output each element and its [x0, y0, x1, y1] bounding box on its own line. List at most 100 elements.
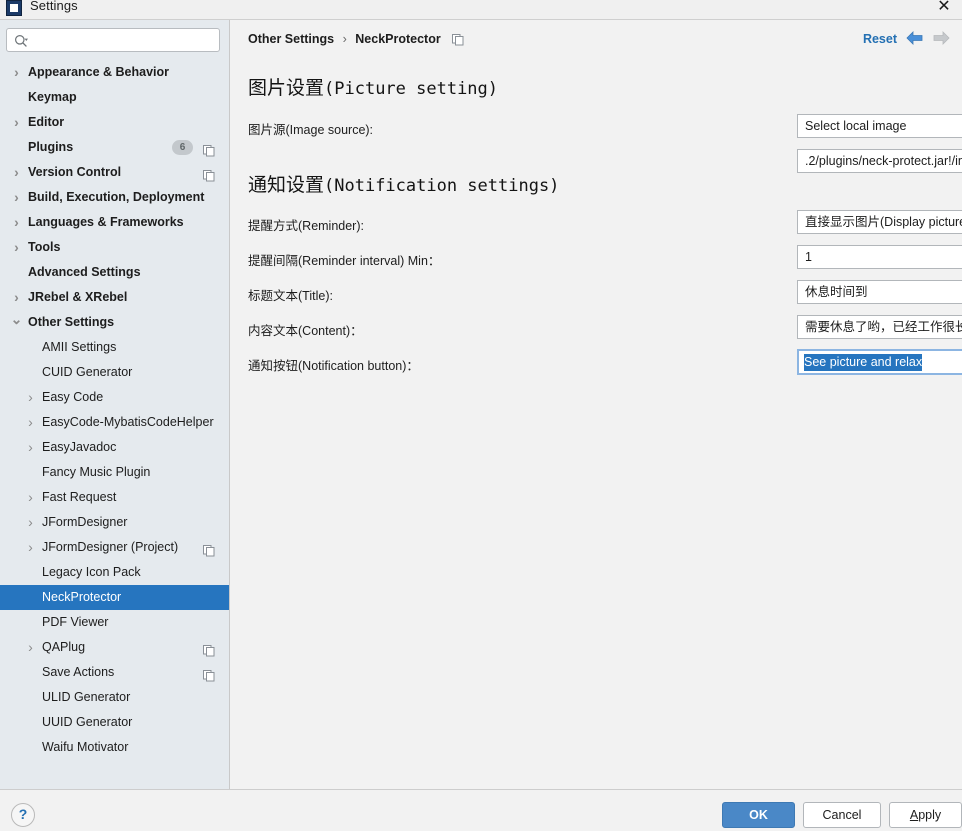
reminder-interval-label: 提醒间隔(Reminder interval) Min：	[248, 254, 441, 268]
chevron-right-icon[interactable]: ›	[24, 435, 37, 460]
sidebar-item-cuid-generator[interactable]: CUID Generator	[0, 360, 229, 385]
sidebar-item-label: CUID Generator	[42, 365, 133, 379]
chevron-right-icon[interactable]: ›	[10, 110, 23, 135]
sidebar-item-jrebel-xrebel[interactable]: › JRebel & XRebel	[0, 285, 229, 310]
sidebar-item-label: Plugins	[28, 140, 74, 154]
sidebar-item-amii-settings[interactable]: AMII Settings	[0, 335, 229, 360]
title-text-value: 休息时间到	[805, 285, 868, 299]
chevron-right-icon[interactable]: ›	[24, 385, 37, 410]
breadcrumb-root[interactable]: Other Settings	[248, 32, 334, 46]
sidebar-item-pdf-viewer[interactable]: PDF Viewer	[0, 610, 229, 635]
notification-button-value-wrap: See picture and relax	[804, 351, 962, 373]
section-title-picture-latin: (Picture setting)	[324, 79, 499, 99]
sidebar-item-legacy-icon-pack[interactable]: Legacy Icon Pack	[0, 560, 229, 585]
image-path-field[interactable]: .2/plugins/neck-protect.jar!/images/shak…	[797, 149, 962, 173]
section-title-notification: 通知设置(Notification settings)	[248, 170, 559, 197]
reminder-interval-field[interactable]: 1	[797, 245, 962, 269]
image-source-select[interactable]: Select local image	[797, 114, 962, 138]
copy-icon[interactable]	[203, 666, 215, 682]
sidebar-item-label: ULID Generator	[42, 690, 131, 704]
reminder-select[interactable]: 直接显示图片(Display pictures directly)	[797, 210, 962, 234]
sidebar-item-build-execution-deployment[interactable]: › Build, Execution, Deployment	[0, 185, 229, 210]
sidebar-item-other-settings[interactable]: ⌄ Other Settings	[0, 310, 229, 335]
window-title: Settings	[30, 0, 78, 13]
sidebar-item-save-actions[interactable]: Save Actions	[0, 660, 229, 685]
sidebar-item-appearance-behavior[interactable]: › Appearance & Behavior	[0, 60, 229, 85]
sidebar-item-editor[interactable]: › Editor	[0, 110, 229, 135]
arrow-left-icon[interactable]	[906, 30, 924, 46]
breadcrumb-separator: ›	[342, 32, 347, 46]
sidebar-item-label: Keymap	[28, 90, 77, 104]
chevron-right-icon[interactable]: ›	[24, 510, 37, 535]
sidebar-item-label: Languages & Frameworks	[28, 215, 184, 229]
sidebar-item-jformdesigner-project[interactable]: › JFormDesigner (Project)	[0, 535, 229, 560]
sidebar-item-label: JFormDesigner (Project)	[42, 540, 179, 554]
close-icon[interactable]: ✕	[935, 0, 953, 17]
sidebar-item-tools[interactable]: › Tools	[0, 235, 229, 260]
sidebar-item-label: NeckProtector	[42, 590, 122, 604]
image-source-value: Select local image	[805, 119, 907, 133]
sidebar-item-label: Advanced Settings	[28, 265, 141, 279]
copy-icon[interactable]	[203, 641, 215, 657]
sidebar-item-fancy-music-plugin[interactable]: Fancy Music Plugin	[0, 460, 229, 485]
sidebar-item-version-control[interactable]: › Version Control	[0, 160, 229, 185]
notification-button-value: See picture and relax	[804, 354, 923, 371]
sidebar-item-jformdesigner[interactable]: › JFormDesigner	[0, 510, 229, 535]
sidebar-item-label: Other Settings	[28, 315, 115, 329]
sidebar-item-waifu-motivator[interactable]: Waifu Motivator	[0, 735, 229, 760]
section-title-picture-cjk: 图片设置	[248, 77, 325, 99]
sidebar-item-keymap[interactable]: Keymap	[0, 85, 229, 110]
search-box[interactable]	[6, 28, 220, 53]
chevron-down-icon[interactable]: ⌄	[10, 310, 23, 328]
chevron-right-icon[interactable]: ›	[24, 635, 37, 660]
sidebar-item-label: QAPlug	[42, 640, 86, 654]
sidebar-item-label: Easy Code	[42, 390, 104, 404]
sidebar-item-easycode-mybatiscodehelper[interactable]: › EasyCode-MybatisCodeHelper	[0, 410, 229, 435]
sidebar-item-label: Save Actions	[42, 665, 115, 679]
title-text-field[interactable]: 休息时间到	[797, 280, 962, 304]
sidebar-item-languages-frameworks[interactable]: › Languages & Frameworks	[0, 210, 229, 235]
chevron-right-icon[interactable]: ›	[24, 535, 37, 560]
search-input[interactable]	[35, 29, 215, 53]
notification-button-field[interactable]: See picture and relax	[797, 349, 962, 375]
help-button[interactable]: ?	[11, 803, 35, 827]
chevron-right-icon[interactable]: ›	[10, 235, 23, 260]
copy-icon[interactable]	[203, 166, 215, 182]
navigation-arrows	[906, 30, 952, 48]
sidebar-item-label: Version Control	[28, 165, 122, 179]
copy-icon[interactable]	[452, 34, 464, 46]
sidebar-item-fast-request[interactable]: › Fast Request	[0, 485, 229, 510]
sidebar-item-qaplug[interactable]: › QAPlug	[0, 635, 229, 660]
chevron-right-icon[interactable]: ›	[10, 285, 23, 310]
chevron-right-icon[interactable]: ›	[24, 485, 37, 510]
cancel-button[interactable]: Cancel	[803, 802, 881, 828]
sidebar-item-badge: 6	[172, 140, 193, 155]
sidebar-item-label: EasyCode-MybatisCodeHelper	[42, 415, 214, 429]
chevron-right-icon[interactable]: ›	[10, 210, 23, 235]
copy-icon[interactable]	[203, 141, 215, 157]
chevron-right-icon[interactable]: ›	[24, 410, 37, 435]
sidebar-item-label: PDF Viewer	[42, 615, 109, 629]
chevron-right-icon[interactable]: ›	[10, 160, 23, 185]
content-text-field[interactable]: 需要休息了哟，已经工作很长一段时间了......	[797, 315, 962, 339]
reset-link[interactable]: Reset	[863, 32, 897, 46]
sidebar-item-neckprotector[interactable]: NeckProtector	[0, 585, 229, 610]
settings-main-panel: Other Settings › NeckProtector Reset 图片设…	[231, 20, 962, 789]
sidebar-item-label: JRebel & XRebel	[28, 290, 128, 304]
reminder-interval-value: 1	[805, 250, 812, 264]
sidebar-item-easy-code[interactable]: › Easy Code	[0, 385, 229, 410]
chevron-right-icon[interactable]: ›	[10, 60, 23, 85]
sidebar-item-label: Fast Request	[42, 490, 117, 504]
sidebar-item-ulid-generator[interactable]: ULID Generator	[0, 685, 229, 710]
copy-icon[interactable]	[203, 541, 215, 557]
window-title-bar: Settings ✕	[0, 0, 962, 20]
chevron-right-icon[interactable]: ›	[10, 185, 23, 210]
sidebar-item-plugins[interactable]: Plugins 6	[0, 135, 229, 160]
apply-button[interactable]: Apply	[889, 802, 962, 828]
sidebar-item-uuid-generator[interactable]: UUID Generator	[0, 710, 229, 735]
arrow-right-icon	[932, 30, 950, 46]
sidebar-item-advanced-settings[interactable]: Advanced Settings	[0, 260, 229, 285]
ok-button[interactable]: OK	[722, 802, 795, 828]
sidebar-item-easyjavadoc[interactable]: › EasyJavadoc	[0, 435, 229, 460]
apply-mnemonic: A	[909, 808, 919, 822]
